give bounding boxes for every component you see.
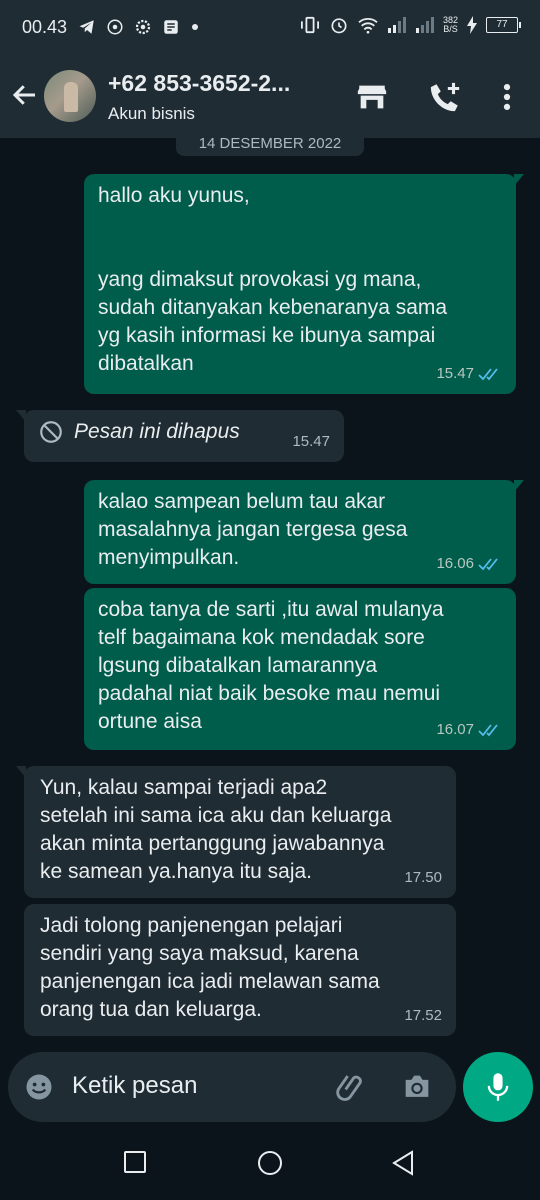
status-bar: 00.43 382 B/S 77 (0, 0, 540, 56)
battery-indicator: 77 (486, 17, 521, 33)
dot-icon (192, 24, 198, 30)
signal-icon (387, 17, 406, 33)
deleted-message: Pesan ini dihapus (38, 418, 330, 446)
gear-app-icon (135, 19, 151, 35)
message-text: Jadi tolong panjenengan pelajari sendiri… (40, 914, 380, 1021)
message-time: 15.47 (292, 433, 330, 450)
message-time: 17.50 (404, 869, 442, 886)
message-bubble-incoming[interactable]: Jadi tolong panjenengan pelajari sendiri… (24, 904, 456, 1036)
message-input[interactable]: Ketik pesan (72, 1072, 197, 1100)
message-meta: 16.07 (436, 716, 502, 744)
contact-subtitle[interactable]: Akun bisnis (108, 104, 195, 124)
message-time: 17.52 (404, 1007, 442, 1024)
system-icons: 382 B/S 77 (299, 15, 521, 35)
message-bubble-deleted[interactable]: Pesan ini dihapus 15.47 (16, 410, 344, 462)
avatar[interactable] (44, 70, 96, 122)
system-nav-bar (0, 1128, 540, 1200)
telegram-icon (79, 20, 94, 34)
voice-message-button[interactable] (463, 1052, 533, 1122)
message-text: hallo aku yunus, yang dimaksut provokasi… (98, 184, 448, 375)
message-text: coba tanya de sarti ,itu awal mulanya te… (98, 598, 444, 733)
date-chip: 14 Desember 2022 (176, 138, 364, 156)
paperclip-icon[interactable] (334, 1070, 368, 1104)
contact-name[interactable]: +62 853-3652-2... (108, 70, 290, 97)
camera-icon[interactable] (400, 1070, 434, 1104)
mic-icon (487, 1073, 509, 1101)
message-meta: 15.47 (436, 360, 502, 388)
network-speed: 382 B/S (442, 15, 458, 34)
shop-icon[interactable] (355, 80, 389, 114)
message-meta: 15.47 (292, 428, 330, 456)
alarm-icon (331, 18, 347, 34)
notification-icons (78, 18, 200, 36)
message-meta: 17.52 (404, 1002, 442, 1030)
more-vert-icon[interactable] (490, 80, 524, 114)
message-bubble-incoming[interactable]: Yun, kalau sampai terjadi apa2 setelah i… (16, 766, 456, 898)
message-composer[interactable]: Ketik pesan (8, 1052, 456, 1122)
charging-icon (467, 16, 477, 34)
emoji-icon[interactable] (24, 1072, 54, 1102)
message-bubble-outgoing[interactable]: hallo aku yunus, yang dimaksut provokasi… (84, 174, 524, 394)
deleted-message-text: Pesan ini dihapus (74, 420, 240, 443)
message-meta: 17.50 (404, 864, 442, 892)
message-time: 16.06 (436, 555, 474, 572)
message-bubble-outgoing[interactable]: kalao sampean belum tau akar masalahnya … (84, 480, 524, 584)
nav-recents-icon[interactable] (124, 1150, 146, 1174)
add-call-icon[interactable] (428, 80, 462, 114)
wifi-icon (358, 18, 378, 34)
chat-header: +62 853-3652-2... Akun bisnis (0, 56, 540, 138)
status-time: 00.43 (22, 17, 68, 37)
block-icon (40, 421, 62, 443)
message-list[interactable]: 14 Desember 2022 hallo aku yunus, yang d… (0, 138, 540, 1050)
app-notification-icon (164, 20, 178, 34)
message-text: Yun, kalau sampai terjadi apa2 setelah i… (40, 776, 392, 883)
nav-home-icon[interactable] (257, 1150, 283, 1176)
message-meta: 16.06 (436, 550, 502, 578)
message-time: 16.07 (436, 721, 474, 738)
double-check-icon (478, 724, 498, 737)
back-arrow-icon[interactable] (10, 80, 40, 110)
message-time: 15.47 (436, 365, 474, 382)
double-check-icon (478, 368, 498, 381)
vibrate-icon (300, 16, 319, 34)
nav-back-icon[interactable] (392, 1150, 414, 1176)
message-bubble-outgoing[interactable]: coba tanya de sarti ,itu awal mulanya te… (84, 588, 516, 750)
signal-2-icon (415, 17, 434, 33)
double-check-icon (478, 558, 498, 571)
soccer-ball-icon (107, 19, 123, 35)
